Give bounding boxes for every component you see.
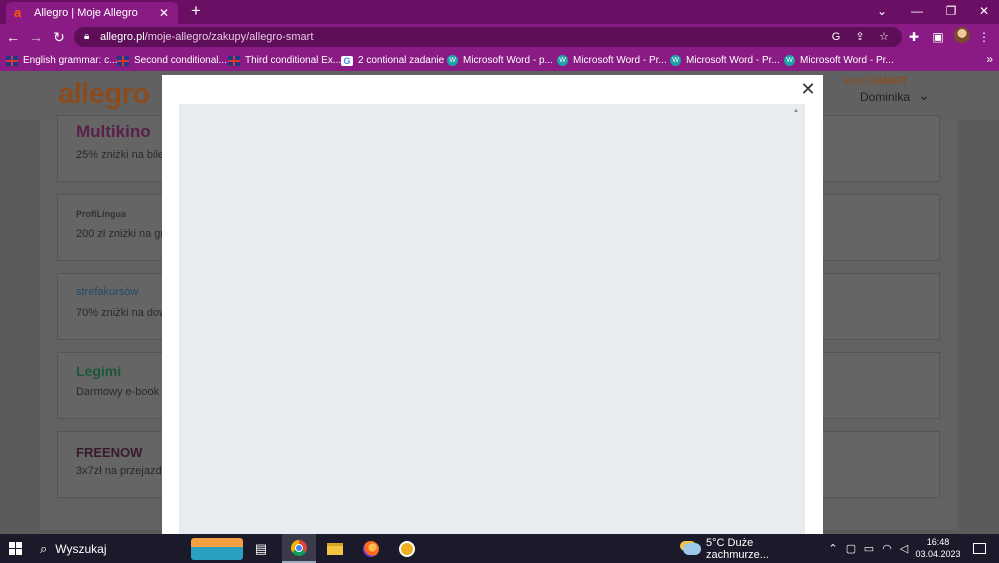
word-icon: W xyxy=(447,55,458,66)
user-name[interactable]: Dominika xyxy=(860,90,910,104)
bookmarks-overflow-icon[interactable]: » xyxy=(986,52,993,66)
clock-time: 16:48 xyxy=(926,537,950,547)
new-tab-button[interactable]: + xyxy=(186,2,206,22)
partner-desc: 70% zniżki na dow xyxy=(76,307,168,319)
bookmark-item[interactable]: Third conditional Ex... xyxy=(228,53,341,68)
volume-icon[interactable]: ◁ xyxy=(897,534,911,563)
bookmark-label: Third conditional Ex... xyxy=(245,55,342,66)
bookmark-item[interactable]: English grammar: c... xyxy=(6,53,117,68)
url-path: /moje-allegro/zakupy/allegro-smart xyxy=(144,31,314,43)
partner-brand: Legimi xyxy=(76,363,122,379)
search-label: Wyszukaj xyxy=(55,541,107,556)
notification-icon[interactable] xyxy=(968,534,990,563)
battery-icon[interactable]: ▭ xyxy=(862,534,876,563)
bookmark-label: Microsoft Word - Pr... xyxy=(686,55,780,66)
reload-icon[interactable]: ↻ xyxy=(49,27,69,47)
partner-desc: 3x7zł na przejazdy xyxy=(76,465,168,477)
uk-flag-icon xyxy=(6,55,18,66)
bookmark-item[interactable]: Second conditional... xyxy=(117,53,227,68)
bookmark-item[interactable]: G 2 contional zadanie xyxy=(341,53,444,68)
extensions-icon[interactable]: ✚ xyxy=(905,28,923,46)
task-view-icon[interactable]: ▤ xyxy=(244,534,278,563)
weather-cloud-icon[interactable] xyxy=(682,534,702,563)
uk-flag-icon xyxy=(117,55,129,66)
system-clock[interactable]: 16:48 03.04.2023 xyxy=(912,536,964,560)
clock-date: 03.04.2023 xyxy=(915,549,961,559)
chevron-up-icon[interactable]: ⌃ xyxy=(826,534,840,563)
bookmark-label: Microsoft Word - p... xyxy=(463,55,553,66)
forward-arrow-icon[interactable]: → xyxy=(26,27,46,47)
google-icon: G xyxy=(341,55,353,66)
lock-icon: 🔒︎ xyxy=(84,31,90,42)
uk-flag-icon xyxy=(228,55,240,66)
partner-brand: FREENOW xyxy=(76,445,143,460)
modal-close-icon[interactable]: ✕ xyxy=(800,80,816,98)
windows-logo-icon xyxy=(8,542,22,555)
beach-widget-icon[interactable] xyxy=(190,534,244,563)
bookmark-star-icon[interactable]: ☆ xyxy=(876,27,892,47)
tab-search-icon[interactable]: ⌄ xyxy=(864,0,900,24)
menu-kebab-icon[interactable]: ⋮ xyxy=(975,28,993,46)
bookmark-item[interactable]: W Microsoft Word - Pr... xyxy=(670,53,780,68)
partner-brand: ProfiLingua xyxy=(76,209,126,219)
side-panel-icon[interactable]: ▣ xyxy=(929,28,947,46)
partner-desc: 25% zniżki na bilet xyxy=(76,149,168,161)
weather-text[interactable]: 5°C Duże zachmurze... xyxy=(706,534,816,563)
word-icon: W xyxy=(670,55,681,66)
bookmark-label: Microsoft Word - Pr... xyxy=(800,55,894,66)
file-explorer-icon[interactable] xyxy=(318,534,352,563)
chevron-down-icon[interactable]: ⌄ xyxy=(918,87,930,104)
partner-desc: 200 zł zniżki na gr xyxy=(76,228,165,240)
tab-close-icon[interactable]: ✕ xyxy=(156,6,172,20)
shield-app-icon[interactable] xyxy=(390,534,424,563)
firefox-icon[interactable] xyxy=(354,534,388,563)
smart-brand: SMART xyxy=(871,76,908,87)
bookmark-label: Second conditional... xyxy=(134,55,227,66)
smart-prefix: jesteś xyxy=(843,76,870,87)
taskbar-search[interactable]: ⌕ Wyszukaj xyxy=(32,534,182,563)
search-icon: ⌕ xyxy=(40,540,48,556)
word-icon: W xyxy=(557,55,568,66)
modal-dialog: ✕ ▲ xyxy=(162,75,823,534)
camera-icon[interactable]: ▢ xyxy=(844,534,858,563)
restore-button[interactable]: ❐ xyxy=(933,0,969,24)
share-icon[interactable]: ⇪ xyxy=(852,27,868,47)
bookmark-item[interactable]: W Microsoft Word - Pr... xyxy=(557,53,667,68)
profile-avatar[interactable] xyxy=(954,27,970,43)
allegro-favicon-icon: a xyxy=(14,5,22,20)
wifi-icon[interactable]: ◠ xyxy=(880,534,894,563)
close-window-button[interactable]: ✕ xyxy=(966,0,999,24)
back-arrow-icon[interactable]: ← xyxy=(3,27,23,47)
browser-toolbar: ← → ↻ 🔒︎ allegro.pl/moje-allegro/zakupy/… xyxy=(0,24,999,50)
bookmark-item[interactable]: W Microsoft Word - p... xyxy=(447,53,553,68)
allegro-logo[interactable]: allegro xyxy=(58,78,150,111)
minimize-button[interactable]: — xyxy=(899,0,935,24)
chrome-app-icon[interactable] xyxy=(282,534,316,563)
url-domain: allegro.pl xyxy=(100,31,145,43)
browser-titlebar: a Allegro | Moje Allegro ✕ + ⌄ — ❐ ✕ xyxy=(0,0,999,24)
address-bar[interactable]: 🔒︎ allegro.pl/moje-allegro/zakupy/allegr… xyxy=(74,27,902,47)
bookmark-item[interactable]: W Microsoft Word - Pr... xyxy=(784,53,894,68)
windows-taskbar: ⌕ Wyszukaj ▤ 5°C Duże zachmurze... ⌃ ▢ ▭… xyxy=(0,534,999,563)
tab-allegro[interactable]: a Allegro | Moje Allegro ✕ xyxy=(6,2,178,24)
bookmark-label: 2 contional zadanie xyxy=(358,55,445,66)
modal-embedded-frame[interactable]: ▲ xyxy=(179,104,805,534)
bookmarks-bar: English grammar: c... Second conditional… xyxy=(0,50,999,71)
bookmark-label: English grammar: c... xyxy=(23,55,118,66)
partner-brand: Multikino xyxy=(76,122,151,141)
google-lens-icon[interactable]: G xyxy=(828,27,844,47)
scroll-up-icon[interactable]: ▲ xyxy=(793,108,799,114)
tab-title: Allegro | Moje Allegro xyxy=(34,7,138,19)
smart-badge: jesteś SMART xyxy=(843,76,907,87)
partner-desc: Darmowy e-book xyxy=(76,386,160,398)
word-icon: W xyxy=(784,55,795,66)
start-button[interactable] xyxy=(0,534,30,563)
partner-brand: strefakursów xyxy=(76,286,139,298)
bookmark-label: Microsoft Word - Pr... xyxy=(573,55,667,66)
